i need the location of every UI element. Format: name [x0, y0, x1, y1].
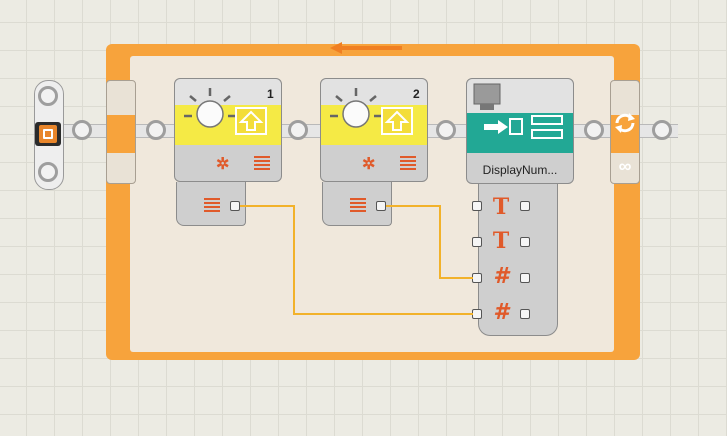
text-input-icon: T — [492, 194, 510, 220]
loop-infinity-label: ∞ — [618, 156, 632, 176]
sun-icon — [330, 88, 413, 135]
data-wire-2[interactable] — [439, 205, 441, 279]
sun-icon — [184, 88, 267, 135]
display-block-label: DisplayNum... — [482, 163, 558, 177]
data-wire-1[interactable] — [240, 205, 294, 207]
display-number-output-plug[interactable] — [520, 273, 530, 283]
number-input-icon: # — [493, 300, 509, 325]
data-wire-1[interactable] — [293, 313, 473, 315]
beam-peg — [652, 120, 672, 140]
beam-peg — [72, 120, 92, 140]
data-port-icon — [204, 198, 220, 212]
sensor-settings-icon: ✲ — [362, 156, 376, 173]
start-peg-top — [38, 86, 58, 106]
display-text-input-plug[interactable] — [472, 237, 482, 247]
display-text-output-plug[interactable] — [520, 201, 530, 211]
data-wire-2[interactable] — [439, 277, 473, 279]
sensor-1-output-plug[interactable] — [230, 201, 240, 211]
loop-icon — [615, 113, 635, 133]
sensor-2-output-plug[interactable] — [376, 201, 386, 211]
beam-peg — [288, 120, 308, 140]
loop-direction-arrow — [330, 42, 402, 54]
display-number-input-plug[interactable] — [472, 273, 482, 283]
sensor-settings-icon: ✲ — [216, 156, 230, 173]
start-icon[interactable] — [35, 122, 61, 146]
beam-peg — [584, 120, 604, 140]
data-port-icon — [350, 198, 366, 212]
display-icon — [473, 83, 563, 139]
display-text-output-plug[interactable] — [520, 237, 530, 247]
start-peg-bottom — [38, 162, 58, 182]
sensor-port-icon — [254, 156, 270, 170]
beam-peg — [146, 120, 166, 140]
number-input-icon: # — [493, 264, 509, 289]
data-wire-2[interactable] — [386, 205, 440, 207]
data-wire-1[interactable] — [293, 205, 295, 315]
sensor-port-icon — [400, 156, 416, 170]
loop-start-post[interactable] — [106, 80, 136, 184]
display-text-input-plug[interactable] — [472, 201, 482, 211]
beam-peg — [436, 120, 456, 140]
display-number-input-plug[interactable] — [472, 309, 482, 319]
text-input-icon: T — [492, 228, 510, 254]
display-number-output-plug[interactable] — [520, 309, 530, 319]
